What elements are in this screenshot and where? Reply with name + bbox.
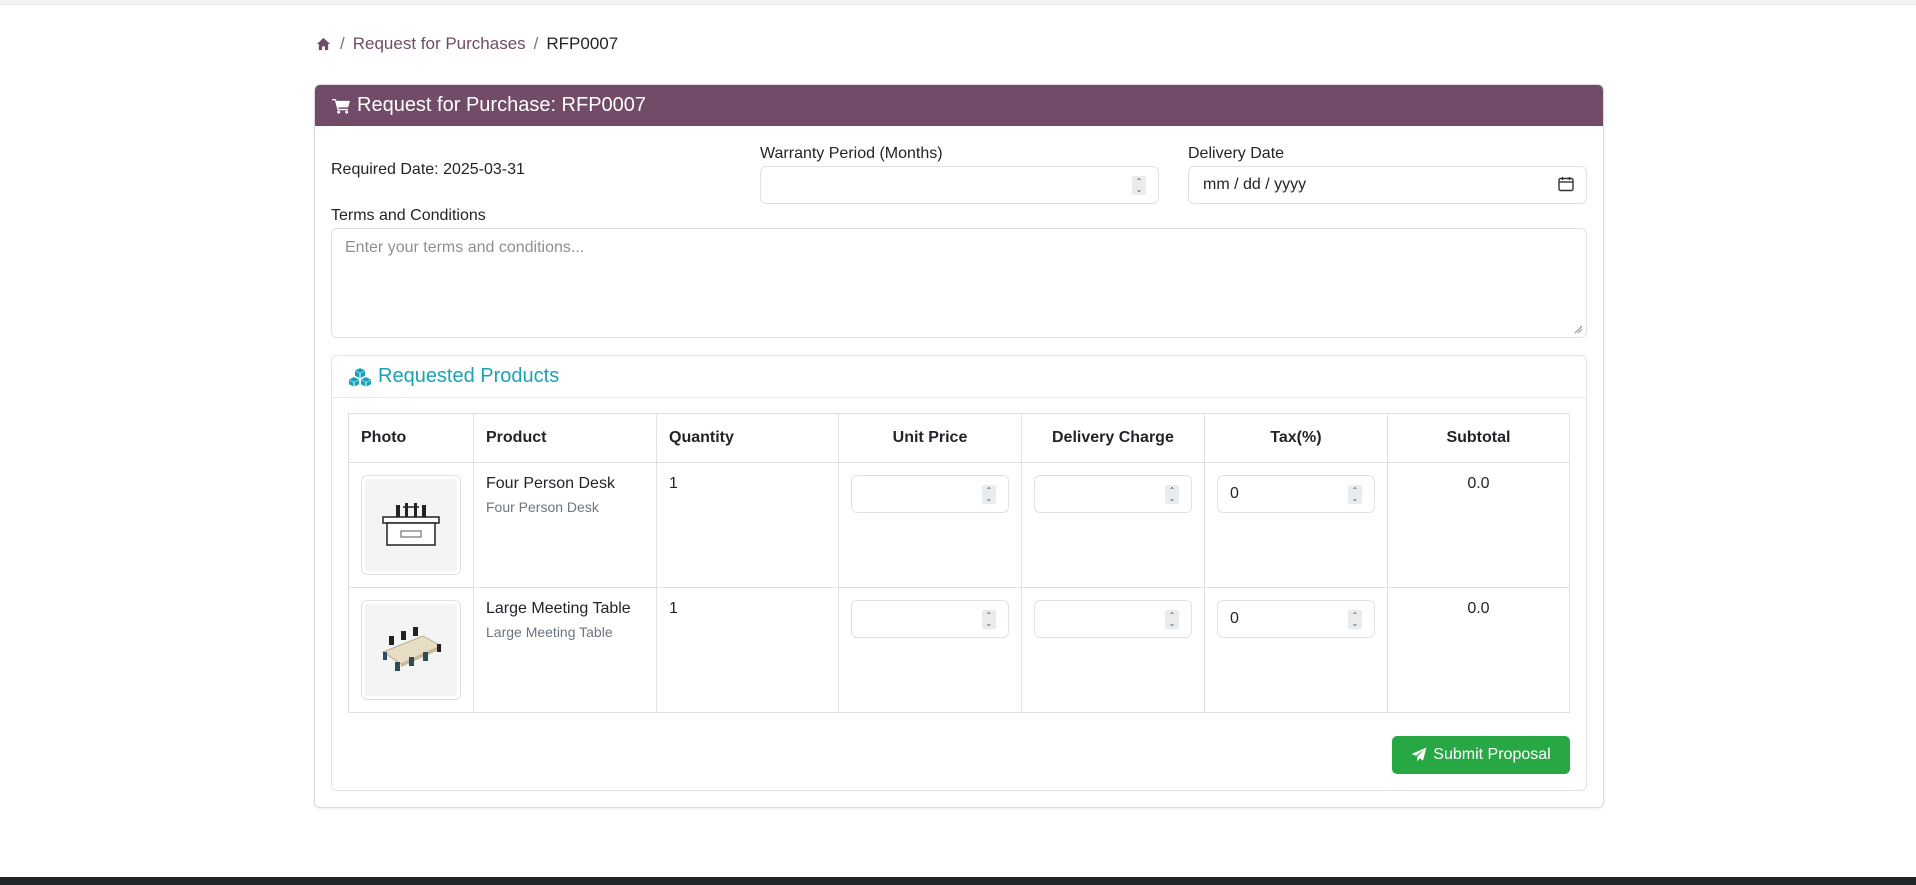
delivery-date-label: Delivery Date (1188, 145, 1285, 162)
quantity-cell: 1 (656, 587, 840, 713)
rfp-card: Request for Purchase: RFP0007 Required D… (314, 84, 1604, 808)
column-header-subtotal: Subtotal (1386, 413, 1571, 463)
home-icon[interactable] (316, 36, 332, 52)
terms-placeholder: Enter your terms and conditions... (345, 239, 585, 256)
desk-image (382, 503, 440, 546)
unit-price-input[interactable]: ⌃ ⌄ (851, 475, 1009, 513)
products-title: Requested Products (378, 365, 560, 387)
tax-input[interactable]: 0 ⌃ ⌄ (1216, 600, 1375, 638)
required-date: Required Date: 2025-03-31 (331, 161, 525, 178)
requested-products-section: Requested Products Photo Product Quantit… (331, 355, 1587, 791)
column-header-delivery-charge: Delivery Charge (1020, 413, 1205, 463)
breadcrumb: / Request for Purchases / RFP0007 (316, 32, 618, 56)
warranty-input[interactable]: ⌃ ⌄ (760, 166, 1159, 204)
breadcrumb-current: RFP0007 (546, 34, 619, 53)
product-photo (361, 475, 461, 575)
column-header-photo: Photo (348, 413, 474, 463)
footer-bar (0, 877, 1916, 885)
tax-cell: 0 ⌃ ⌄ (1203, 587, 1388, 713)
table-header-row: Photo Product Quantity Unit Price Delive… (348, 413, 1571, 463)
delivery-charge-cell: ⌃ ⌄ (1020, 462, 1205, 588)
product-subtitle: Large Meeting Table (486, 624, 613, 640)
meeting-table-image (381, 627, 443, 671)
column-header-product: Product (472, 413, 658, 463)
unit-price-cell: ⌃ ⌄ (838, 462, 1022, 588)
card-title: Request for Purchase: RFP0007 (357, 94, 647, 116)
warranty-label: Warranty Period (Months) (760, 145, 943, 162)
delivery-charge-input[interactable]: ⌃ ⌄ (1033, 475, 1192, 513)
product-cell: Large Meeting Table Large Meeting Table (472, 587, 658, 713)
number-spinner-icon[interactable]: ⌃ ⌄ (1164, 610, 1179, 629)
column-header-unit-price: Unit Price (838, 413, 1022, 463)
breadcrumb-separator: / (340, 34, 345, 53)
number-spinner-icon[interactable]: ⌃ ⌄ (1132, 176, 1146, 195)
product-cell: Four Person Desk Four Person Desk (472, 462, 658, 588)
column-header-quantity: Quantity (656, 413, 840, 463)
delivery-date-input[interactable]: mm / dd / yyyy (1188, 166, 1587, 204)
paper-plane-icon (1411, 747, 1427, 762)
unit-price-cell: ⌃ ⌄ (838, 587, 1022, 713)
cart-icon (332, 98, 350, 114)
subtotal-cell: 0.0 (1386, 462, 1571, 588)
calendar-icon[interactable] (1558, 176, 1574, 197)
number-spinner-icon[interactable]: ⌃ ⌄ (1164, 485, 1179, 504)
number-spinner-icon[interactable]: ⌃ ⌄ (981, 485, 996, 504)
number-spinner-icon[interactable]: ⌃ ⌄ (981, 610, 996, 629)
product-photo (361, 600, 461, 700)
boxes-icon (349, 367, 371, 386)
tax-cell: 0 ⌃ ⌄ (1203, 462, 1388, 588)
submit-proposal-label: Submit Proposal (1433, 746, 1551, 763)
column-header-tax: Tax(%) (1203, 413, 1388, 463)
number-spinner-icon[interactable]: ⌃ ⌄ (1347, 485, 1362, 504)
card-header: Request for Purchase: RFP0007 (315, 85, 1603, 126)
table-row: Large Meeting Table Large Meeting Table … (348, 587, 1571, 713)
submit-proposal-button[interactable]: Submit Proposal (1392, 736, 1570, 774)
product-subtitle: Four Person Desk (486, 499, 599, 515)
top-border (0, 0, 1916, 5)
product-name: Four Person Desk (486, 475, 615, 492)
tax-input[interactable]: 0 ⌃ ⌄ (1216, 475, 1375, 513)
products-table: Photo Product Quantity Unit Price Delive… (348, 413, 1571, 713)
photo-cell (348, 462, 474, 588)
quantity-cell: 1 (656, 462, 840, 588)
delivery-date-placeholder: mm / dd / yyyy (1203, 176, 1307, 193)
tax-value: 0 (1229, 610, 1239, 627)
products-header: Requested Products (332, 356, 1586, 398)
table-row: Four Person Desk Four Person Desk 1 ⌃⌄ (348, 462, 1571, 588)
breadcrumb-link-rfp-list[interactable]: Request for Purchases (353, 34, 526, 54)
photo-cell (348, 587, 474, 713)
terms-textarea[interactable]: Enter your terms and conditions... (331, 228, 1587, 338)
unit-price-input[interactable]: ⌃ ⌄ (851, 600, 1009, 638)
breadcrumb-separator: / (533, 34, 539, 53)
delivery-charge-cell: ⌃ ⌄ (1020, 587, 1205, 713)
resize-handle-icon[interactable] (1574, 325, 1583, 334)
terms-label: Terms and Conditions (331, 207, 486, 224)
product-name: Large Meeting Table (486, 600, 631, 617)
tax-value: 0 (1229, 485, 1239, 502)
subtotal-cell: 0.0 (1386, 587, 1571, 713)
delivery-charge-input[interactable]: ⌃ ⌄ (1033, 600, 1192, 638)
number-spinner-icon[interactable]: ⌃ ⌄ (1347, 610, 1362, 629)
